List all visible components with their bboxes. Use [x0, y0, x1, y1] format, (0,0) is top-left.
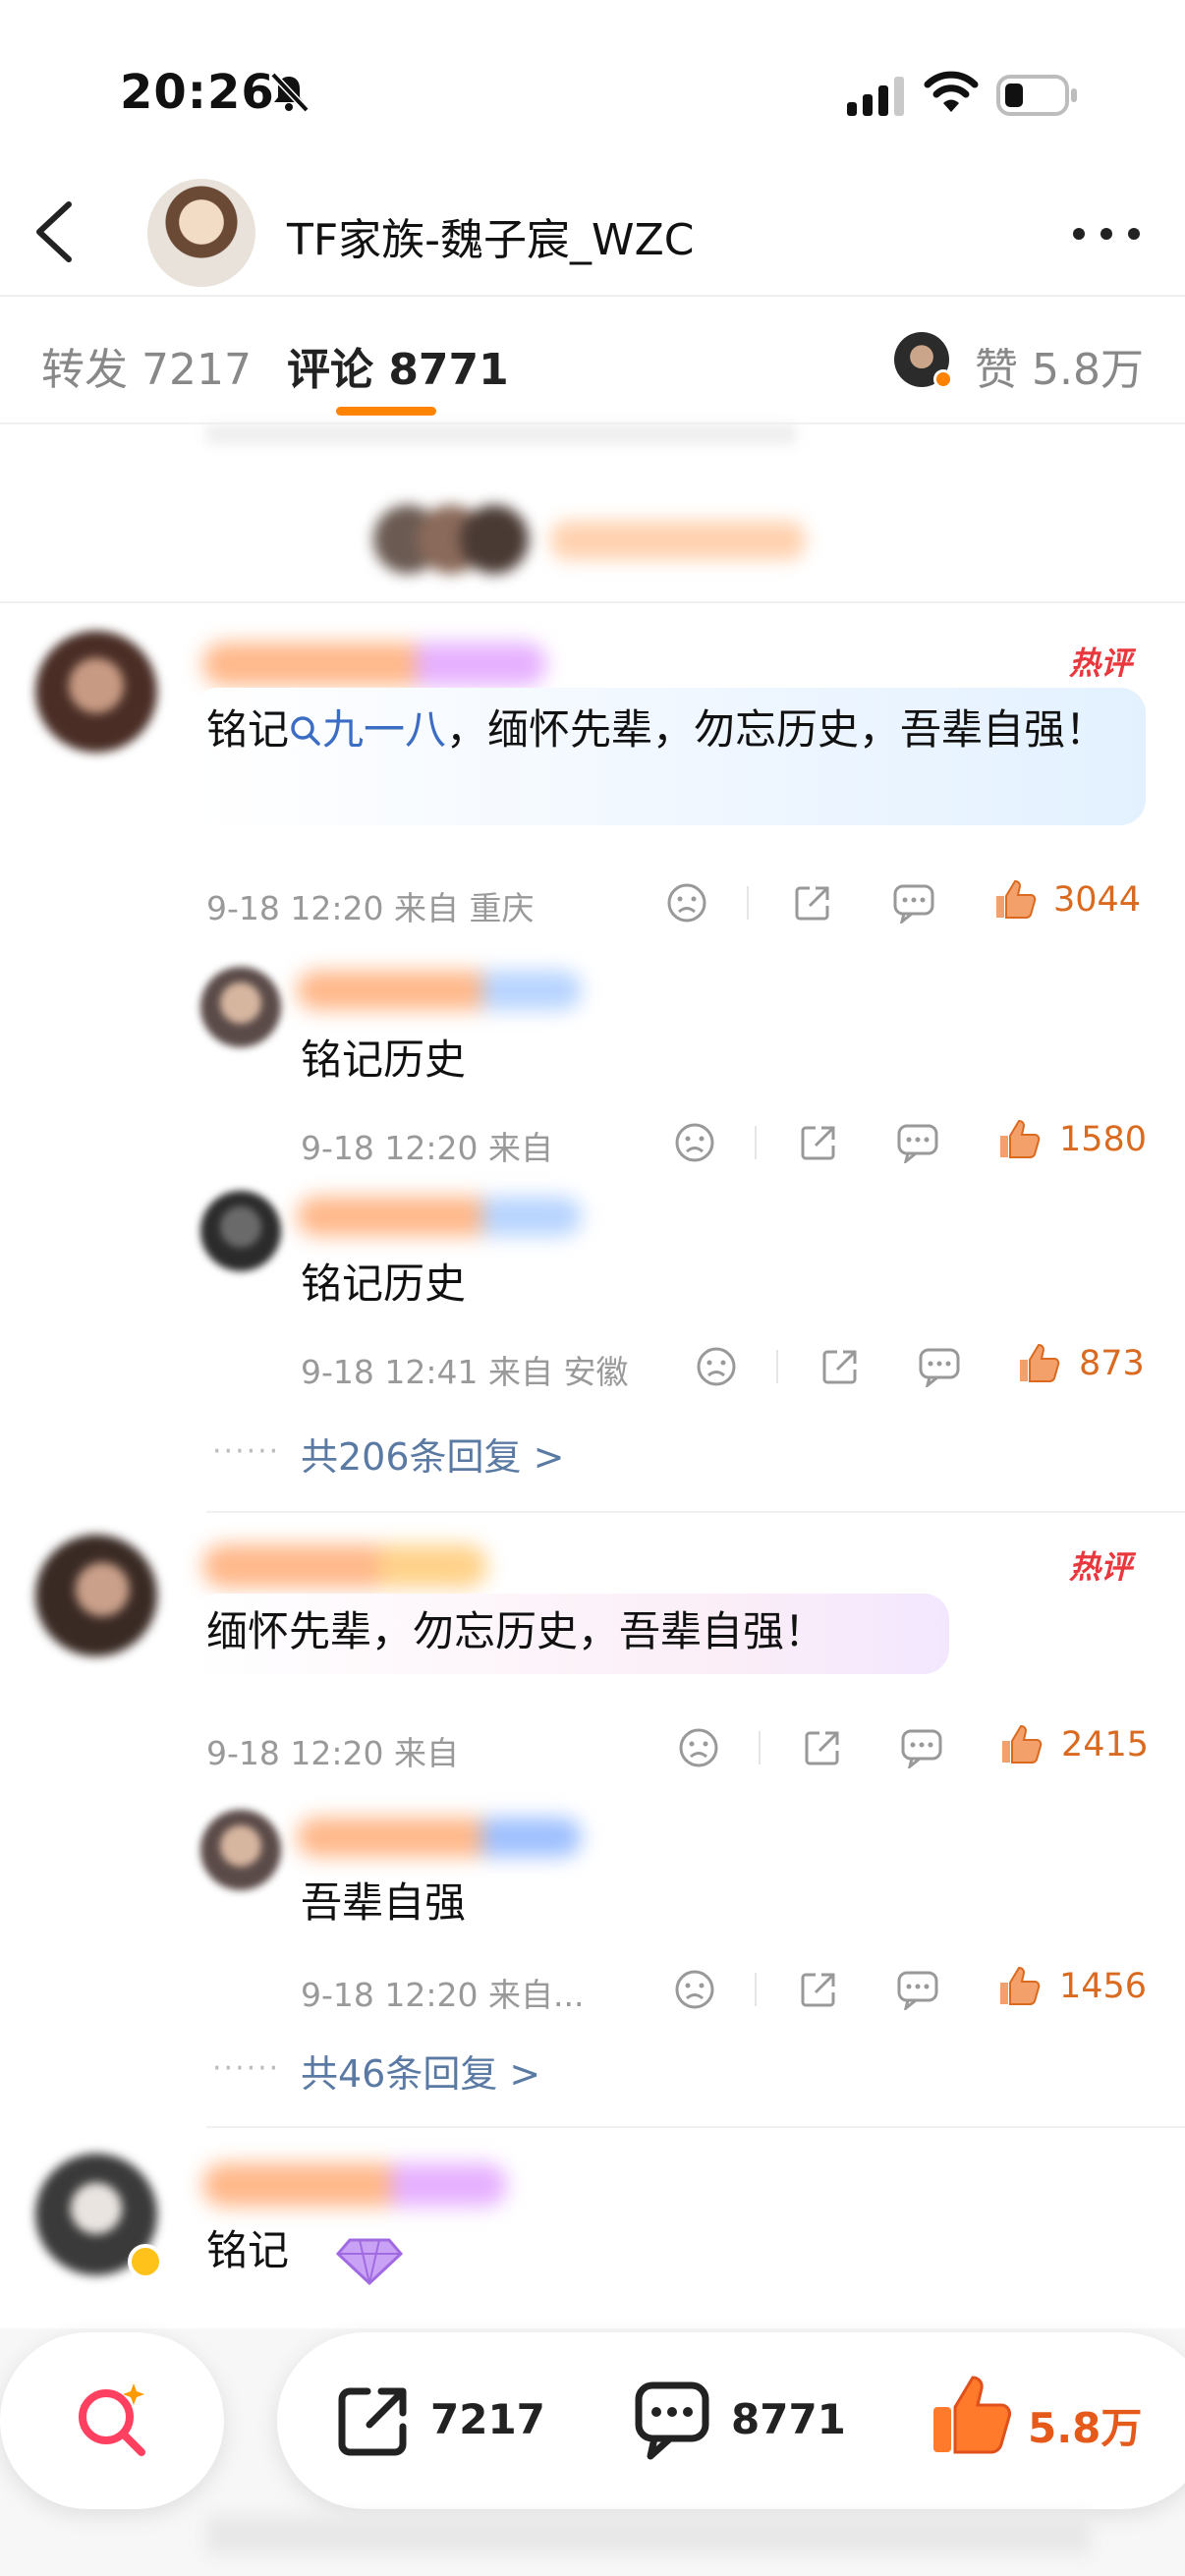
more-options-icon[interactable]	[1069, 214, 1144, 253]
topic-link[interactable]: 九一八	[289, 705, 446, 754]
reply-text: 铭记历史	[301, 1036, 467, 1084]
tab-repost[interactable]: 转发 7217	[41, 334, 252, 397]
like-count[interactable]: 5.8万	[1028, 2395, 1142, 2455]
reply-preview-link[interactable]	[550, 521, 806, 560]
action-divider	[755, 1973, 757, 2006]
like-count: 873	[1079, 1344, 1145, 1383]
action-divider	[759, 1731, 761, 1764]
verified-badge	[128, 2244, 163, 2279]
active-tab-indicator	[336, 407, 436, 416]
thumbs-up-icon[interactable]	[996, 1963, 1042, 2008]
comment-meta: 9-18 12:20 来自 重庆	[206, 889, 535, 927]
thumbs-up-icon[interactable]	[1016, 1340, 1061, 1385]
author-avatar[interactable]	[147, 179, 255, 287]
commenter-name[interactable]	[202, 1544, 487, 1588]
thumbs-up-icon[interactable]	[992, 876, 1038, 922]
share-icon[interactable]	[802, 1727, 843, 1768]
like-count: 3044	[1053, 880, 1142, 920]
action-divider	[755, 1126, 757, 1159]
like-count: 1580	[1059, 1120, 1148, 1159]
divider	[0, 601, 1185, 603]
replier-name[interactable]	[297, 1818, 582, 1857]
comments-list: 热评 铭记 九一八，缅怀先辈，勿忘历史，吾辈自强！ 9-18 12:20 来自 重…	[0, 424, 1185, 2384]
replier-avatar[interactable]	[200, 967, 281, 1047]
commenter-name[interactable]	[202, 643, 546, 686]
like-count: 1456	[1059, 1967, 1148, 2006]
reply-text: 铭记历史	[301, 1260, 467, 1308]
share-icon[interactable]	[798, 1969, 839, 2010]
dislike-face-icon[interactable]	[696, 1346, 737, 1387]
cellular-signal-icon	[847, 77, 904, 116]
repost-icon[interactable]	[334, 2381, 413, 2460]
battery-icon	[996, 75, 1077, 116]
dislike-face-icon[interactable]	[678, 1727, 719, 1768]
comment-text: 铭记	[206, 2226, 290, 2274]
blurred-next-comment	[206, 2515, 1091, 2554]
share-icon[interactable]	[819, 1346, 861, 1387]
thumbs-up-icon[interactable]	[996, 1116, 1042, 1161]
status-time: 20:26	[120, 65, 275, 120]
commenter-avatar[interactable]	[35, 631, 157, 753]
reply-bubble-icon[interactable]	[900, 1727, 943, 1768]
search-spark-icon	[79, 2383, 145, 2456]
thumbs-up-icon[interactable]	[998, 1721, 1044, 1766]
status-bar: 20:26	[0, 0, 1185, 157]
comment-count[interactable]: 8771	[731, 2395, 846, 2443]
commenter-avatar[interactable]	[35, 1535, 157, 1656]
replier-name[interactable]	[297, 1197, 582, 1236]
repost-count[interactable]: 7217	[430, 2395, 545, 2443]
post-actions-bar: 7217 8771 5.8万	[277, 2332, 1185, 2509]
reply-text: 吾辈自强	[301, 1878, 467, 1927]
commenter-name[interactable]	[202, 2163, 507, 2207]
like-thumb-icon[interactable]	[930, 2372, 1012, 2460]
tab-comments[interactable]: 评论 8771	[287, 334, 509, 397]
verified-badge	[933, 369, 953, 389]
action-divider	[747, 886, 749, 920]
back-chevron-icon[interactable]	[28, 196, 83, 267]
comment-icon[interactable]	[633, 2380, 711, 2462]
bell-muted-icon	[270, 72, 310, 113]
comment-text: 铭记 九一八，缅怀先辈，勿忘历史，吾辈自强！	[206, 705, 1107, 754]
comment-meta: 9-18 12:20 来自	[206, 1734, 459, 1772]
dislike-face-icon[interactable]	[666, 882, 707, 924]
share-icon[interactable]	[792, 882, 833, 924]
diamond-badge-icon	[335, 2238, 404, 2286]
reply-bubble-icon[interactable]	[896, 1969, 939, 2010]
reply-meta: 9-18 12:20 来自...	[301, 1976, 585, 2014]
hot-comment-badge: 热评	[1069, 1548, 1133, 1586]
like-count: 2415	[1061, 1725, 1150, 1764]
thread-dots: ······	[212, 1434, 281, 1469]
comment-text: 缅怀先辈，勿忘历史，吾辈自强！	[206, 1607, 826, 1655]
action-divider	[776, 1350, 778, 1383]
post-header: TF家族-魏子宸_WZC	[0, 167, 1185, 297]
divider	[206, 1511, 1185, 1513]
dislike-face-icon[interactable]	[674, 1969, 715, 2010]
hot-comment-badge: 热评	[1069, 644, 1133, 682]
reply-bubble-icon[interactable]	[918, 1346, 961, 1387]
replier-avatar[interactable]	[200, 1191, 281, 1271]
previous-comment-meta	[206, 424, 796, 444]
reply-avatars-preview	[373, 505, 531, 574]
weibo-comments-page: 20:26 TF家族-魏子宸_WZC 转发 7217 评论 8771 赞 5.8…	[0, 0, 1185, 2576]
reply-bubble-icon[interactable]	[892, 882, 935, 924]
interaction-tabs: 转发 7217 评论 8771 赞 5.8万	[0, 297, 1185, 424]
dislike-face-icon[interactable]	[674, 1122, 715, 1163]
divider	[206, 2126, 1185, 2128]
wifi-icon	[924, 71, 979, 112]
thread-dots: ······	[212, 2051, 281, 2086]
share-icon[interactable]	[798, 1122, 839, 1163]
reply-meta: 9-18 12:20 来自	[301, 1129, 553, 1167]
author-name[interactable]: TF家族-魏子宸_WZC	[287, 204, 694, 267]
tab-likes[interactable]: 赞 5.8万	[975, 334, 1144, 397]
reply-meta: 9-18 12:41 来自 安徽	[301, 1353, 629, 1391]
replier-name[interactable]	[297, 971, 582, 1010]
view-more-replies-link[interactable]: 共206条回复 >	[301, 1427, 564, 1481]
view-more-replies-link[interactable]: 共46条回复 >	[301, 2044, 540, 2098]
replier-avatar[interactable]	[200, 1810, 281, 1890]
search-button[interactable]	[0, 2332, 224, 2509]
search-icon	[291, 716, 320, 746]
reply-bubble-icon[interactable]	[896, 1122, 939, 1163]
